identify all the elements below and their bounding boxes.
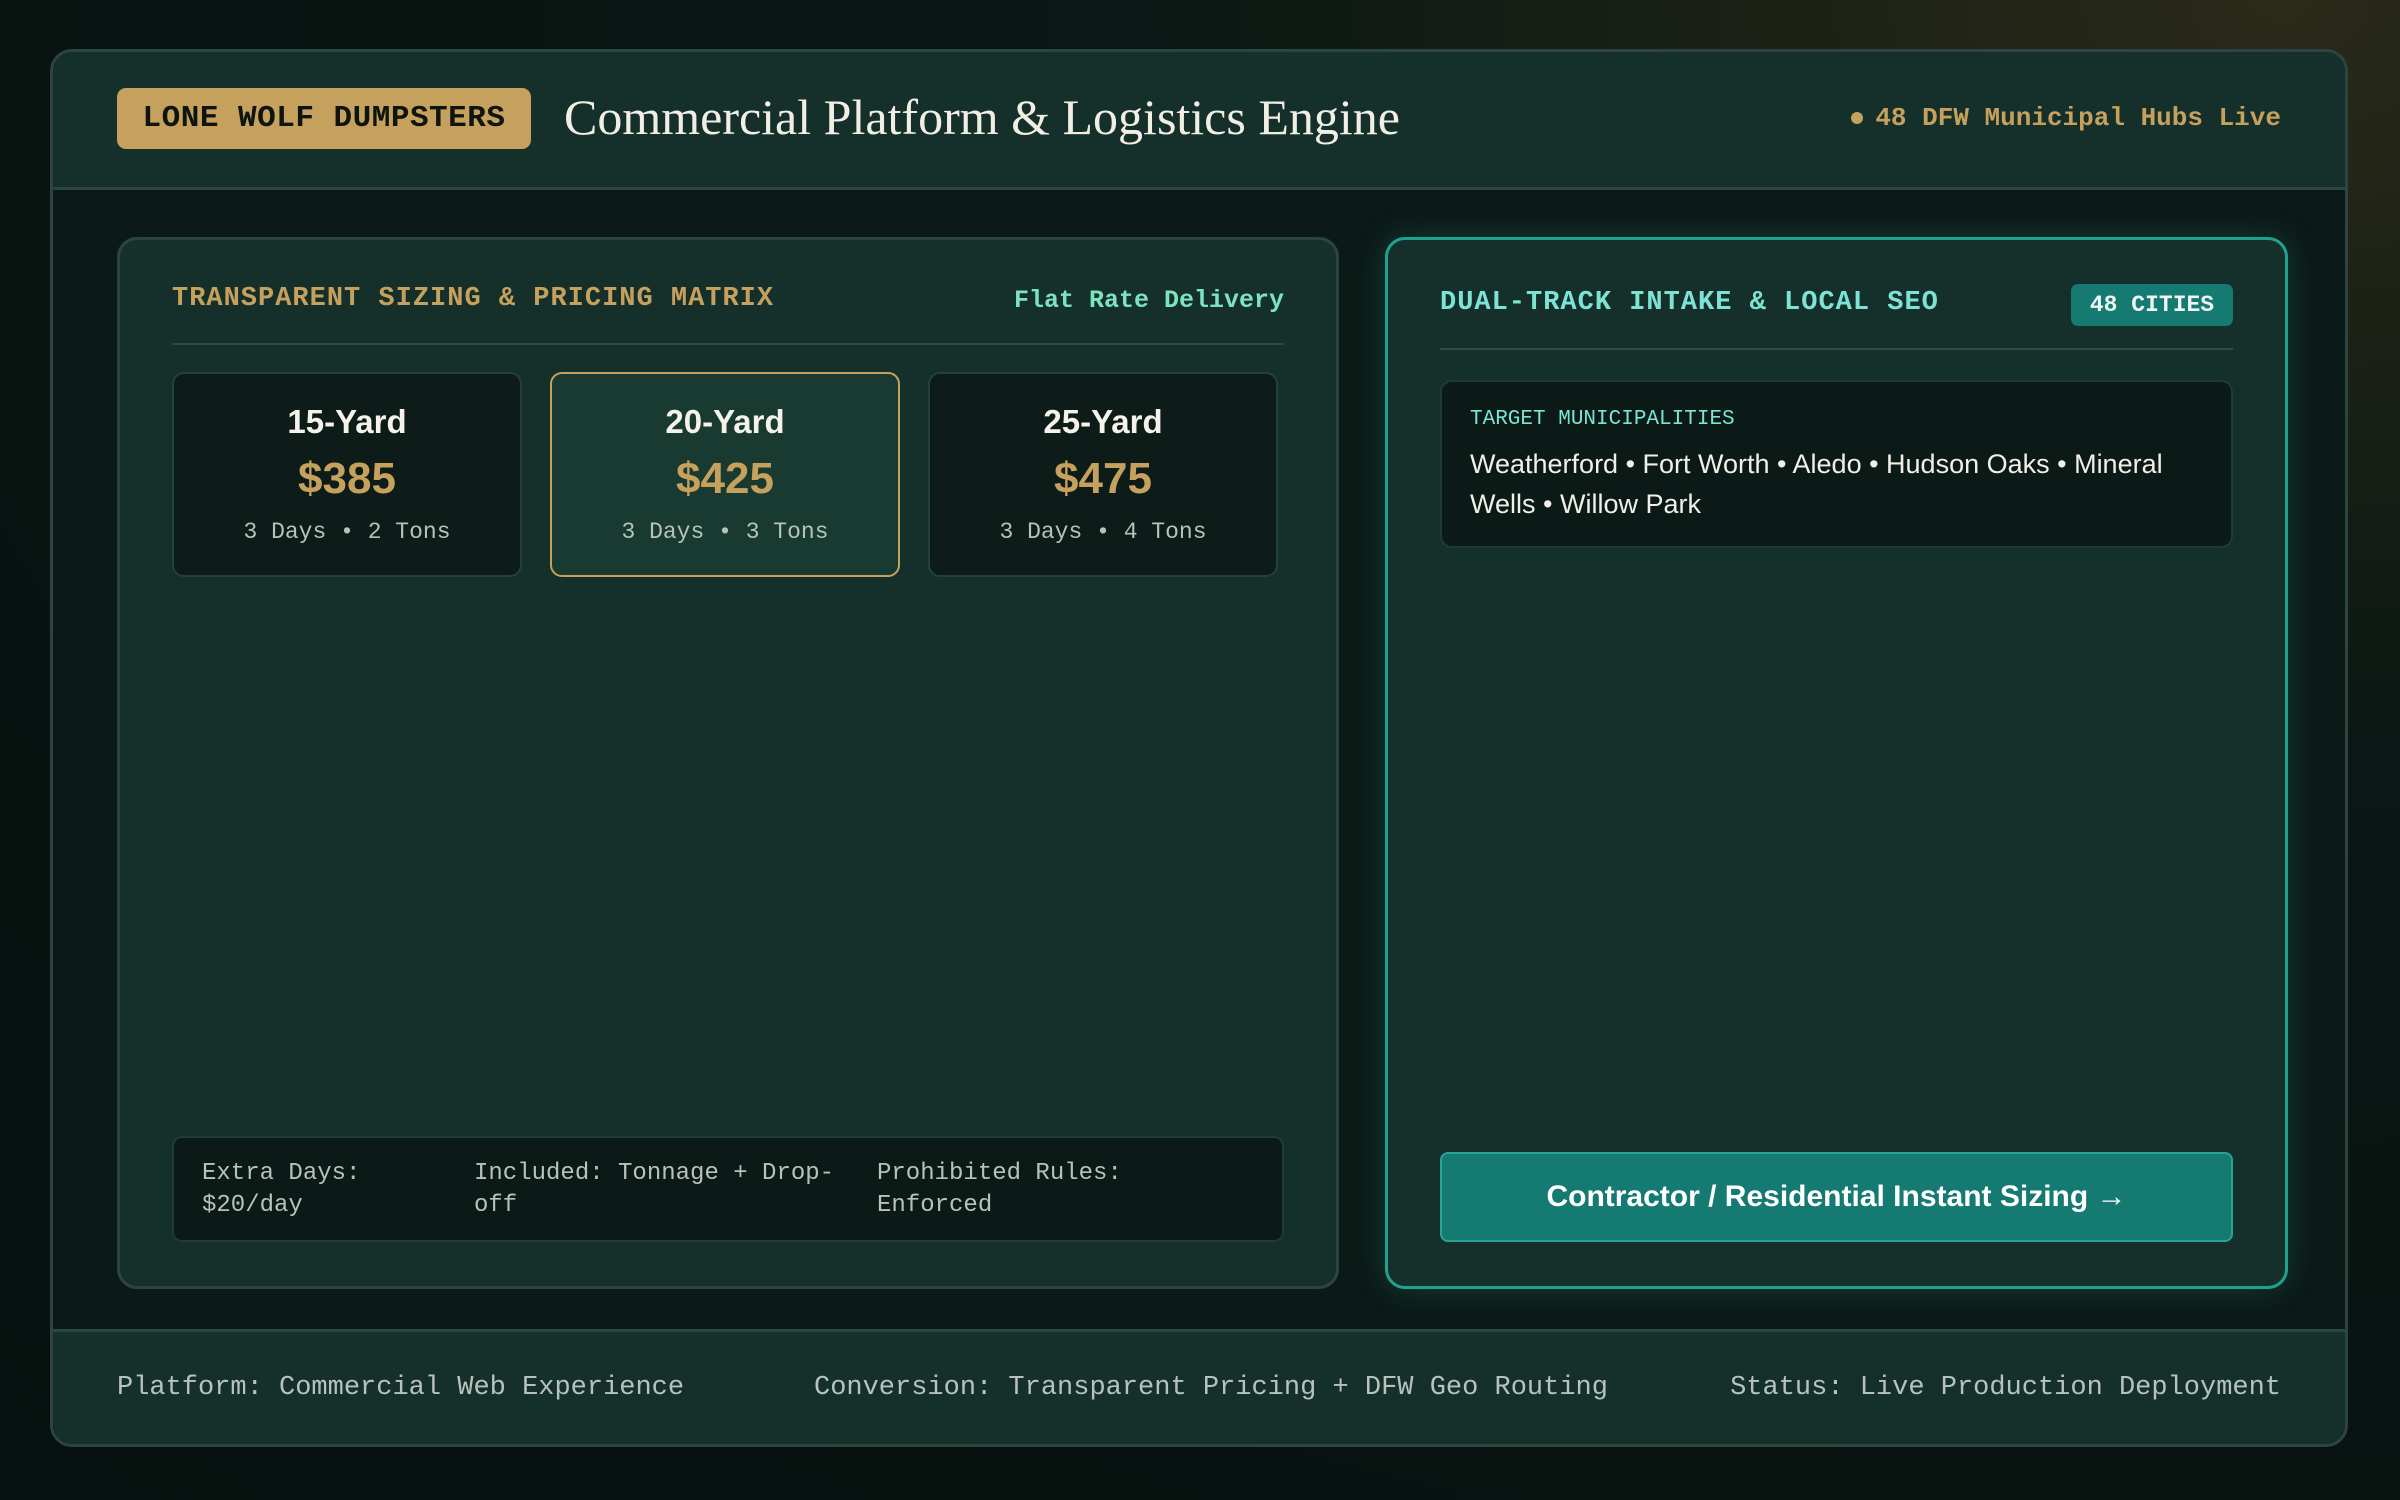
intake-panel-title: DUAL-TRACK INTAKE & LOCAL SEO <box>1440 288 1939 318</box>
footer-status: Status: Live Production Deployment <box>1730 1373 2281 1403</box>
app-frame: LONE WOLF DUMPSTERS Commercial Platform … <box>50 49 2348 1447</box>
intake-panel: DUAL-TRACK INTAKE & LOCAL SEO 48 CITIES … <box>1385 237 2288 1289</box>
brand-badge: LONE WOLF DUMPSTERS <box>117 88 531 149</box>
size-name: 20-Yard <box>665 403 785 440</box>
policy-extra-days: Extra Days: $20/day <box>202 1160 361 1219</box>
pricing-panel: TRANSPARENT SIZING & PRICING MATRIX Flat… <box>117 237 1339 1289</box>
footer-conversion: Conversion: Transparent Pricing + DFW Ge… <box>814 1373 1608 1403</box>
flat-rate-tag: Flat Rate Delivery <box>1013 286 1284 315</box>
status-dot-icon <box>1851 112 1864 124</box>
size-card-25-yard[interactable]: 25-Yard $475 3 Days • 4 Tons <box>928 372 1278 577</box>
municipalities-label: TARGET MUNICIPALITIES <box>1470 408 1735 431</box>
policy-bar: Extra Days: $20/day Included: Tonnage + … <box>172 1136 1284 1242</box>
cities-badge: 48 CITIES <box>2071 284 2233 326</box>
footer-platform: Platform: Commercial Web Experience <box>117 1373 685 1403</box>
header: LONE WOLF DUMPSTERS Commercial Platform … <box>53 52 2345 190</box>
municipalities-box: TARGET MUNICIPALITIES Weatherford • Fort… <box>1440 380 2233 548</box>
size-meta: 3 Days • 4 Tons <box>999 519 1207 545</box>
municipalities-list: Weatherford • Fort Worth • Aledo • Hudso… <box>1470 449 2163 519</box>
hub-status-label: 48 DFW Municipal Hubs Live <box>1875 103 2281 133</box>
footer: Platform: Commercial Web Experience Conv… <box>53 1329 2345 1444</box>
size-name: 25-Yard <box>1043 403 1163 440</box>
size-meta: 3 Days • 2 Tons <box>243 519 451 545</box>
size-card-20-yard[interactable]: 20-Yard $425 3 Days • 3 Tons <box>550 372 900 577</box>
policy-included: Included: Tonnage + Drop-off <box>474 1160 835 1219</box>
pricing-divider <box>172 343 1284 345</box>
size-name: 15-Yard <box>287 403 407 440</box>
hub-status: 48 DFW Municipal Hubs Live <box>1851 98 2281 138</box>
size-price: $475 <box>1054 454 1152 503</box>
pricing-panel-title: TRANSPARENT SIZING & PRICING MATRIX <box>172 284 775 314</box>
size-card-15-yard[interactable]: 15-Yard $385 3 Days • 2 Tons <box>172 372 522 577</box>
size-price: $425 <box>676 454 774 503</box>
instant-sizing-button[interactable]: Contractor / Residential Instant Sizing … <box>1440 1152 2233 1242</box>
size-meta: 3 Days • 3 Tons <box>621 519 829 545</box>
intake-divider <box>1440 348 2233 350</box>
page-title: Commercial Platform & Logistics Engine <box>564 89 1400 145</box>
policy-prohibited: Prohibited Rules: Enforced <box>877 1160 1122 1219</box>
size-price: $385 <box>298 454 396 503</box>
